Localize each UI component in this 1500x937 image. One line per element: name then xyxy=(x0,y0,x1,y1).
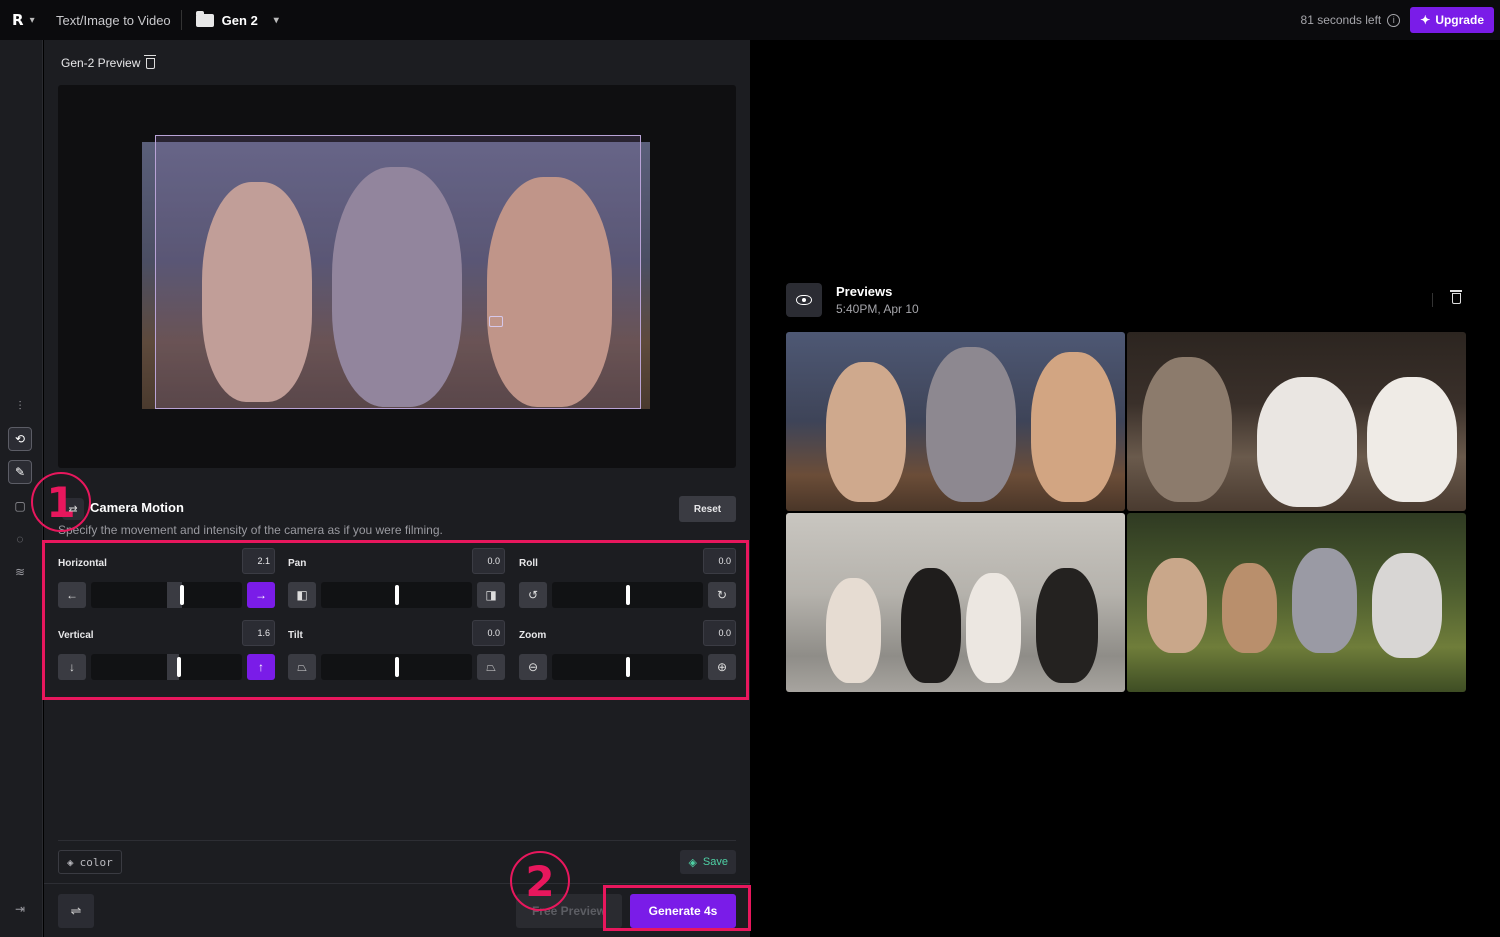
preview-thumbnail-2[interactable] xyxy=(1127,332,1466,511)
camera-motion-title: Camera Motion xyxy=(90,500,184,515)
collapse-icon[interactable]: ⇥ xyxy=(8,897,32,921)
settings-panel: Gen-2 Preview ⇄ Camera Motion Reset Spec… xyxy=(44,40,750,937)
runway-logo-icon: R xyxy=(12,11,24,29)
color-tag[interactable]: ◈ color xyxy=(58,850,122,874)
frame-icon[interactable]: ▢ xyxy=(8,494,32,518)
credits-remaining: 81 seconds left i xyxy=(1301,13,1401,27)
camera-icon xyxy=(489,316,503,327)
sliders-icon[interactable]: ⫶ xyxy=(8,394,32,418)
top-bar: R ▾ Text/Image to Video Gen 2 ▾ 81 secon… xyxy=(0,0,1500,40)
camera-motion-description: Specify the movement and intensity of th… xyxy=(58,523,443,537)
previews-timestamp: 5:40PM, Apr 10 xyxy=(836,302,919,316)
motion-brush-icon[interactable]: ✎ xyxy=(8,460,32,484)
save-label: Save xyxy=(702,856,728,868)
annotation-marker-2: 2 xyxy=(510,851,570,911)
divider xyxy=(58,840,736,841)
preview-canvas xyxy=(58,85,736,468)
save-button[interactable]: ◈ Save xyxy=(680,850,736,874)
annotation-box-generate xyxy=(603,885,751,931)
camera-motion-header: ⇄ Camera Motion Reset xyxy=(58,496,736,526)
reset-button[interactable]: Reset xyxy=(679,496,736,522)
annotation-marker-1: 1 xyxy=(31,472,91,532)
trash-icon[interactable] xyxy=(144,54,157,69)
previews-area: Previews 5:40PM, Apr 10 xyxy=(750,40,1500,937)
layers-icon: ◈ xyxy=(67,855,74,869)
chevron-down-icon: ▾ xyxy=(273,14,279,26)
upgrade-button[interactable]: ✦ Upgrade xyxy=(1410,7,1494,33)
settings-toggle-button[interactable]: ⇌ xyxy=(58,894,94,928)
previews-title: Previews xyxy=(836,284,893,299)
chevron-down-icon: ▾ xyxy=(29,14,35,26)
crop-frame[interactable] xyxy=(155,135,641,409)
preview-thumbnail-1[interactable] xyxy=(786,332,1125,511)
app-menu[interactable]: R ▾ xyxy=(0,11,48,29)
info-icon[interactable]: i xyxy=(1387,13,1401,27)
color-tag-label: color xyxy=(79,855,113,869)
preview-grid xyxy=(786,332,1466,692)
view-button[interactable] xyxy=(786,283,822,317)
previews-header: Previews 5:40PM, Apr 10 xyxy=(786,283,1466,319)
settings-icon: ⇌ xyxy=(70,903,82,918)
eye-icon xyxy=(796,295,812,305)
divider xyxy=(1432,293,1433,307)
camera-motion-icon[interactable]: ⟲ xyxy=(8,427,32,451)
seconds-left-text: 81 seconds left xyxy=(1300,13,1382,27)
annotation-box-camera-controls xyxy=(42,540,749,700)
project-selector[interactable]: Gen 2 ▾ xyxy=(195,10,279,28)
mode-label[interactable]: Text/Image to Video xyxy=(56,10,182,30)
layers-icon[interactable]: ≋ xyxy=(8,560,32,584)
panel-title-text: Gen-2 Preview xyxy=(61,56,141,70)
upgrade-label: Upgrade xyxy=(1435,13,1484,27)
preview-thumbnail-4[interactable] xyxy=(1127,513,1466,692)
trash-icon[interactable] xyxy=(1450,290,1462,304)
palette-icon[interactable]: ◌ xyxy=(8,527,32,551)
folder-icon xyxy=(195,10,214,27)
project-name: Gen 2 xyxy=(221,12,258,28)
sparkle-icon: ✦ xyxy=(1420,13,1431,27)
preview-thumbnail-3[interactable] xyxy=(786,513,1125,692)
panel-title: Gen-2 Preview xyxy=(61,54,157,70)
layers-icon: ◈ xyxy=(688,856,697,869)
